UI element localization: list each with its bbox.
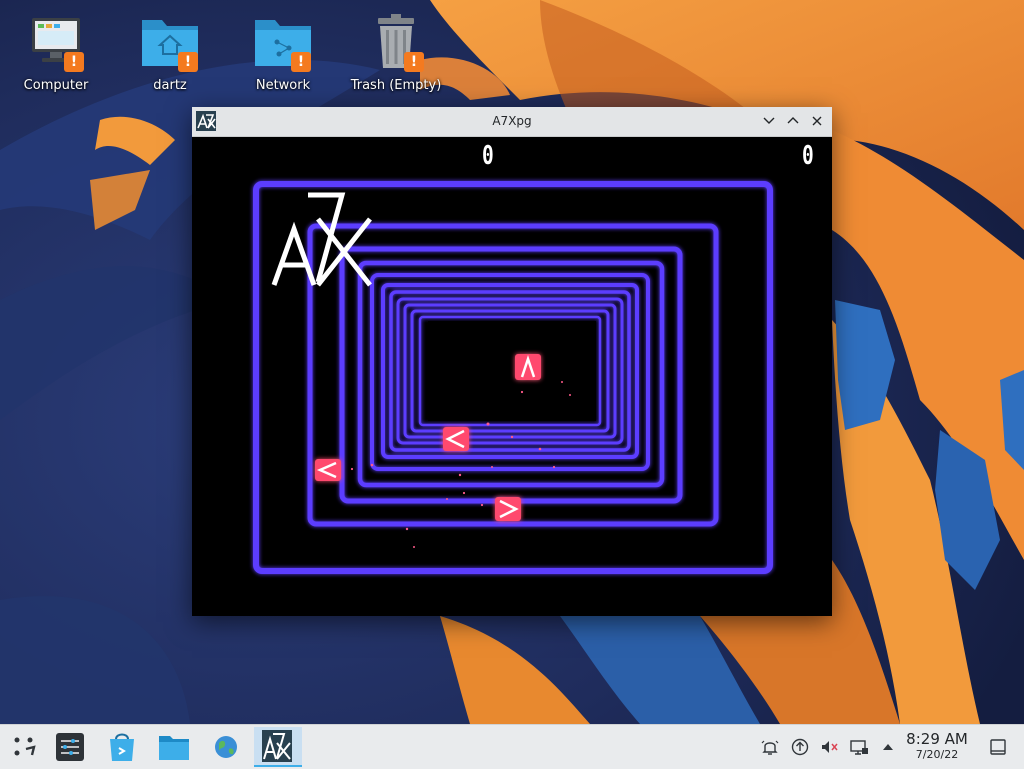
desktop-icon-network[interactable]: ! Network [227,10,339,93]
desktop-icon-label: dartz [153,78,187,93]
warning-badge: ! [291,52,311,72]
desktop-icon-home-folder[interactable]: ! dartz [114,10,226,93]
a7xpg-task-icon [262,730,292,762]
maximize-icon[interactable] [784,112,802,130]
web-browser-icon[interactable] [206,727,246,767]
game-scene [253,181,773,574]
window-titlebar[interactable]: A7Xpg [192,107,832,137]
digital-clock[interactable]: 8:29 AM 7/20/22 [898,731,976,762]
warning-badge: ! [178,52,198,72]
a7x-logo [271,192,372,287]
desktop-icon-label: Trash (Empty) [350,78,442,93]
application-launcher-icon[interactable] [4,727,44,767]
discover-store-icon[interactable] [102,727,142,767]
show-desktop-icon[interactable] [988,737,1008,757]
clock-time: 8:29 AM [906,730,968,748]
desktop-icon-computer[interactable]: ! Computer [0,10,112,93]
app-window[interactable]: A7Xpg 0 0 [192,107,832,616]
desktop-icon-label: Computer [23,78,89,93]
enemy-sprite [315,459,341,481]
tunnel-center [428,321,596,421]
score-right: 0 [802,141,815,171]
minimize-icon[interactable] [760,112,778,130]
a7xpg-task-button[interactable] [254,727,302,767]
clock-date: 7/20/22 [915,748,959,761]
taskbar: 8:29 AM 7/20/22 [0,724,1024,769]
desktop-icon-trash[interactable]: ! Trash (Empty) [340,10,452,93]
network-icon[interactable] [849,737,869,757]
enemy-sprite [515,354,541,380]
game-canvas[interactable]: 0 0 [192,137,832,616]
enemy-sprite [495,497,521,521]
warning-badge: ! [404,52,424,72]
warning-badge: ! [64,52,84,72]
enemy-sprite [443,427,469,451]
window-title: A7Xpg [492,114,532,128]
system-settings-icon[interactable] [50,727,90,767]
notifications-icon[interactable] [760,737,780,757]
file-manager-icon[interactable] [154,727,194,767]
updates-icon[interactable] [790,737,810,757]
close-icon[interactable] [808,112,826,130]
volume-muted-icon[interactable] [819,737,839,757]
desktop-icon-label: Network [255,78,311,93]
score-left: 0 [482,141,495,171]
show-hidden-arrow-icon[interactable] [878,737,898,757]
